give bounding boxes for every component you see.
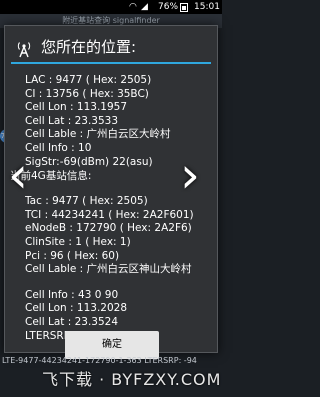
info-line: Cell Info : 43 0 90 [25, 288, 119, 301]
info-line: LAC : 9477 ( Hex: 2505) [25, 74, 152, 86]
info-line: eNodeB : 172790 ( Hex: 2A2F6) [25, 222, 192, 235]
background-status-text: LTE-9477-44234241-172790-1-363 LTERSRP: … [2, 356, 197, 365]
info-line: Cell Lat : 23.3533 [25, 114, 118, 127]
info-line: Cell Lon : 113.1957 [25, 101, 128, 114]
info-line: Cell Lat : 23.3524 [25, 315, 118, 328]
battery-percent: 76% [158, 2, 179, 12]
status-bar: ◠ ◢ 76% 15:01 [0, 0, 222, 14]
info-line: Cell Lable : 广州白云区神山大岭村 [25, 263, 192, 276]
info-line: ClinSite : 1 ( Hex: 1) [25, 235, 131, 248]
info-line: TCI : 44234241 ( Hex: 2A2F601) [25, 208, 194, 221]
title-divider [11, 62, 211, 64]
signal-icon: ◢ [141, 2, 148, 12]
info-line: Cell Lable : 广州白云区大岭村 [25, 128, 171, 141]
watermark: 飞下载 · BYFZXY.COM [42, 370, 222, 389]
info-line: Cell Lon : 113.2028 [25, 302, 128, 315]
info-line: Pci : 96 ( Hex: 60) [25, 249, 120, 262]
clock: 15:01 [194, 2, 220, 12]
dialog-title: 您所在的位置: [41, 38, 137, 56]
antenna-icon [17, 42, 31, 58]
dialog-content: LAC : 9477 ( Hex: 2505) CI : 13756 ( Hex… [10, 74, 217, 343]
chevron-right-icon[interactable]: › [180, 150, 214, 200]
chevron-left-icon[interactable]: ‹ [8, 150, 42, 200]
wifi-icon: ◠ [129, 2, 137, 12]
info-line: CI : 13756 ( Hex: 35BC) [25, 87, 149, 100]
battery-icon [180, 3, 188, 12]
